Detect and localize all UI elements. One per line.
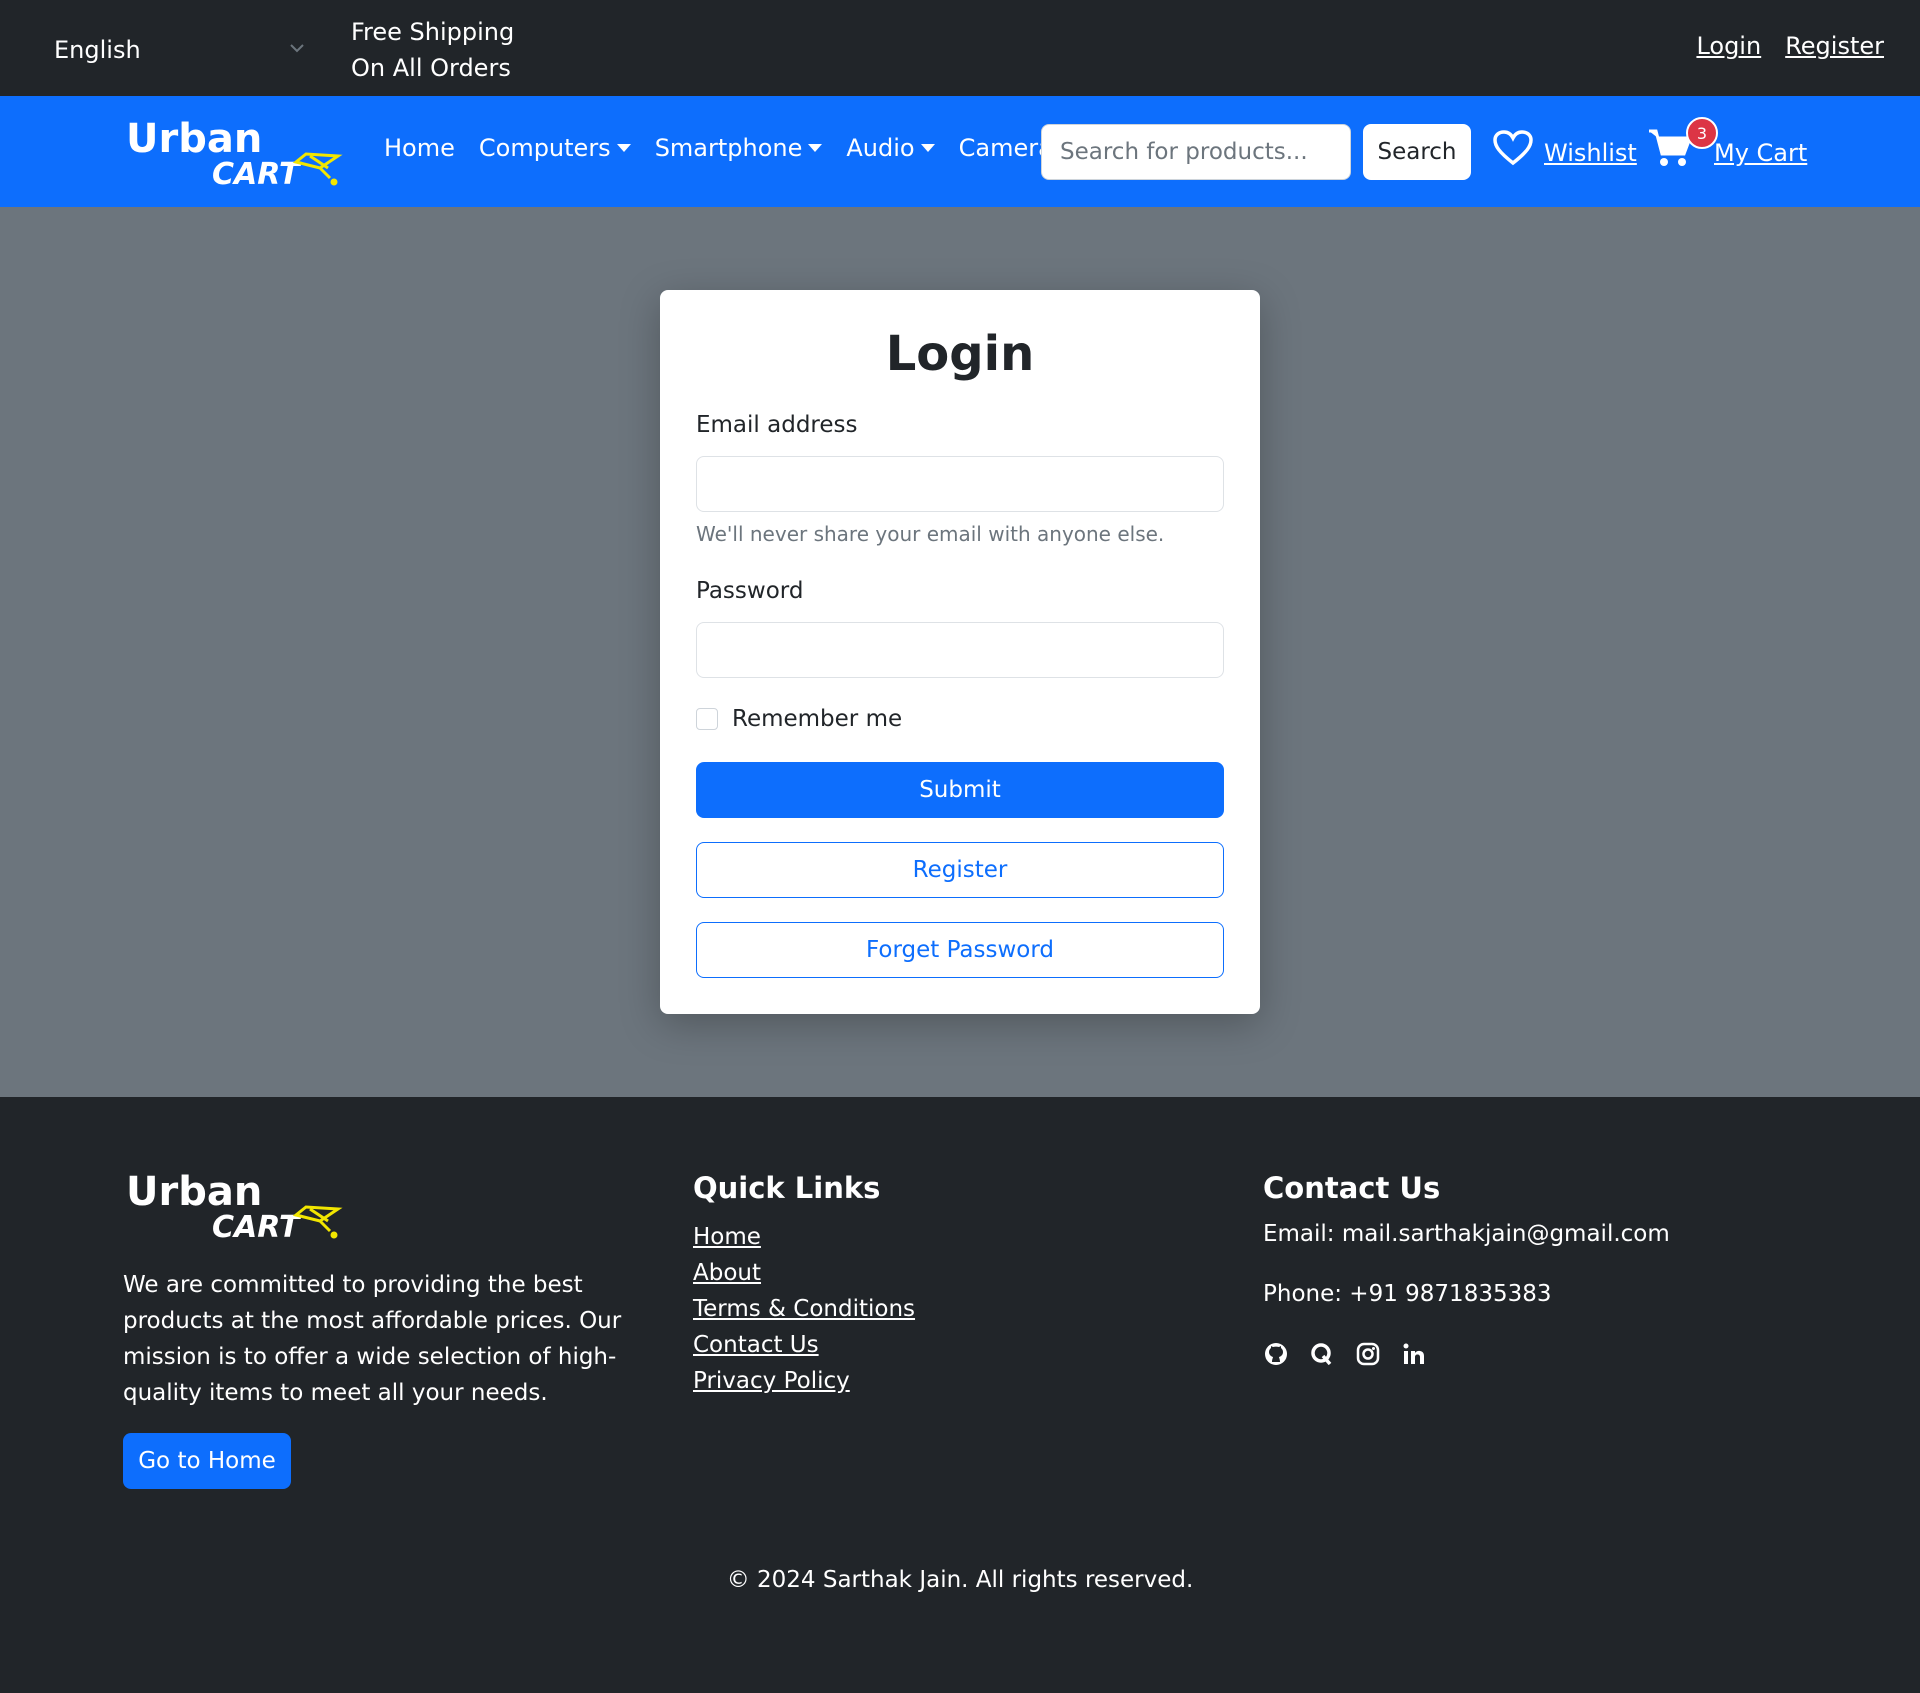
go-to-home-button[interactable]: Go to Home bbox=[123, 1433, 291, 1489]
logo-cart-icon bbox=[292, 152, 343, 186]
login-title: Login bbox=[885, 326, 1035, 382]
social-links bbox=[1263, 1341, 1427, 1367]
register-button[interactable]: Register bbox=[696, 842, 1224, 898]
search-button[interactable]: Search bbox=[1363, 124, 1471, 180]
quora-icon[interactable] bbox=[1309, 1341, 1335, 1367]
password-label: Password bbox=[696, 578, 804, 604]
shipping-line-1: Free Shipping bbox=[351, 18, 515, 46]
instagram-icon[interactable] bbox=[1355, 1341, 1381, 1367]
contact-title: Contact Us bbox=[1263, 1171, 1441, 1205]
main-navbar: Urban CART Home Computers Smartphone Aud… bbox=[0, 96, 1920, 207]
shipping-notice: Free Shipping On All Orders bbox=[351, 14, 514, 86]
chevron-down-icon bbox=[290, 44, 304, 53]
nav-smartphone-label: Smartphone bbox=[654, 134, 803, 162]
shipping-line-2: On All Orders bbox=[351, 54, 511, 82]
caret-down-icon bbox=[808, 144, 823, 152]
contact-email: Email: mail.sarthakjain@gmail.com bbox=[1263, 1221, 1670, 1247]
footer-link-about[interactable]: About bbox=[693, 1255, 915, 1291]
quick-links-title: Quick Links bbox=[693, 1171, 881, 1205]
login-card: Login Email address We'll never share yo… bbox=[660, 290, 1260, 1014]
language-value: English bbox=[54, 36, 141, 64]
github-icon[interactable] bbox=[1263, 1341, 1289, 1367]
footer-logo-word-2: CART bbox=[212, 1210, 302, 1241]
wishlist-link[interactable]: Wishlist bbox=[1544, 139, 1637, 167]
quick-links-list: Home About Terms & Conditions Contact Us… bbox=[693, 1219, 915, 1399]
search-input[interactable] bbox=[1041, 124, 1351, 180]
email-field[interactable] bbox=[696, 456, 1224, 512]
footer-link-privacy[interactable]: Privacy Policy bbox=[693, 1363, 915, 1399]
copyright-text: © 2024 Sarthak Jain. All rights reserved… bbox=[726, 1567, 1194, 1593]
caret-down-icon bbox=[616, 144, 631, 152]
nav-camera[interactable]: Camera bbox=[959, 134, 1053, 162]
top-register-link[interactable]: Register bbox=[1785, 32, 1884, 60]
contact-phone: Phone: +91 9871835383 bbox=[1263, 1281, 1552, 1307]
nav-camera-label: Camera bbox=[958, 134, 1053, 162]
heart-icon[interactable] bbox=[1493, 130, 1533, 166]
footer-about-text: We are committed to providing the best p… bbox=[123, 1272, 622, 1406]
footer-logo-cart-icon bbox=[292, 1205, 343, 1239]
logo-word-2: CART bbox=[212, 157, 302, 188]
logo-word-1: Urban bbox=[126, 116, 262, 162]
urban-cart-logo[interactable]: Urban CART bbox=[124, 116, 348, 188]
nav-menu: Home Computers Smartphone Audio Camera bbox=[384, 134, 1053, 162]
remember-me-checkbox[interactable] bbox=[696, 708, 718, 730]
nav-smartphone[interactable]: Smartphone bbox=[655, 134, 823, 162]
footer-logo-word-1: Urban bbox=[126, 1169, 262, 1215]
footer: Urban CART We are committed to providing… bbox=[0, 1097, 1920, 1693]
account-links: Login Register bbox=[1696, 32, 1884, 60]
nav-computers[interactable]: Computers bbox=[479, 134, 631, 162]
password-field[interactable] bbox=[696, 622, 1224, 678]
nav-audio[interactable]: Audio bbox=[846, 134, 935, 162]
footer-link-contact[interactable]: Contact Us bbox=[693, 1327, 915, 1363]
email-label: Email address bbox=[696, 412, 858, 438]
remember-me-label: Remember me bbox=[732, 706, 903, 732]
email-help-text: We'll never share your email with anyone… bbox=[696, 522, 1165, 546]
footer-link-terms[interactable]: Terms & Conditions bbox=[693, 1291, 915, 1327]
caret-down-icon bbox=[920, 144, 935, 152]
nav-home-label: Home bbox=[384, 134, 455, 162]
nav-audio-label: Audio bbox=[846, 134, 915, 162]
nav-home[interactable]: Home bbox=[384, 134, 455, 162]
top-bar: English Free Shipping On All Orders Logi… bbox=[0, 0, 1920, 96]
forget-password-button[interactable]: Forget Password bbox=[696, 922, 1224, 978]
language-select[interactable]: English bbox=[54, 30, 304, 70]
top-login-link[interactable]: Login bbox=[1696, 32, 1761, 60]
submit-button[interactable]: Submit bbox=[696, 762, 1224, 818]
footer-link-home[interactable]: Home bbox=[693, 1219, 915, 1255]
linkedin-icon[interactable] bbox=[1401, 1341, 1427, 1367]
nav-computers-label: Computers bbox=[478, 134, 611, 162]
footer-logo: Urban CART bbox=[126, 1169, 343, 1241]
my-cart-link[interactable]: My Cart bbox=[1714, 139, 1807, 167]
